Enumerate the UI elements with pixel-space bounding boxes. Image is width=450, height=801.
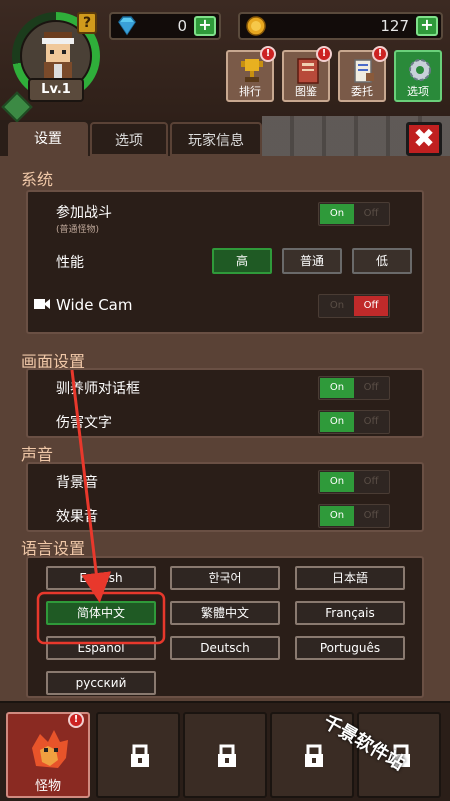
toggle-off[interactable]: Off: [354, 296, 388, 316]
toggle-off[interactable]: Off: [354, 204, 388, 224]
fire-monster-icon: [32, 730, 68, 768]
monster-slot-label: 怪物: [34, 779, 61, 794]
codex-alert-badge: !: [316, 46, 332, 62]
lock-icon: [131, 744, 149, 767]
codex-label: 图鉴: [295, 85, 317, 98]
damage-text-toggle[interactable]: On Off: [318, 410, 390, 434]
add-gems-button[interactable]: +: [194, 16, 216, 36]
language-option-french[interactable]: Français: [295, 601, 405, 625]
gold-counter: 127 +: [238, 12, 443, 40]
gear-icon: [409, 59, 431, 81]
bgm-toggle[interactable]: On Off: [318, 470, 390, 494]
codex-button[interactable]: ! 图鉴: [282, 46, 332, 102]
settings-panel: 系统 参加战斗 (普通怪物) On Off 性能 高 普通 低 Wide Cam…: [0, 156, 450, 701]
diamond-icon: [118, 16, 136, 36]
camera-icon: [34, 299, 50, 309]
display-section: 驯养师对话框 On Off 伤害文字 On Off: [26, 368, 424, 438]
language-option-german[interactable]: Deutsch: [170, 636, 280, 660]
performance-normal-button[interactable]: 普通: [282, 248, 342, 274]
top-hud: ? Lv.1 0 + 127 + ! 排行 ! 图鉴 ! 委托 选项: [0, 0, 450, 123]
language-option-portuguese[interactable]: Português: [295, 636, 405, 660]
toggle-on[interactable]: On: [320, 378, 354, 398]
close-button[interactable]: ✖: [406, 122, 442, 156]
toggle-off[interactable]: Off: [354, 472, 388, 492]
ranking-label: 排行: [239, 85, 261, 98]
lock-icon: [218, 744, 236, 767]
language-option-spanish[interactable]: Español: [46, 636, 156, 660]
performance-high-button[interactable]: 高: [212, 248, 272, 274]
monster-alert-badge: !: [68, 712, 84, 728]
tab-options[interactable]: 选项: [90, 122, 168, 156]
join-battle-label: 参加战斗: [56, 205, 112, 221]
locked-slot[interactable]: [183, 712, 267, 798]
monster-slot[interactable]: ! 怪物: [6, 712, 90, 798]
level-badge: Lv.1: [28, 78, 84, 102]
book-icon: [297, 58, 319, 84]
trainer-dialog-label: 驯养师对话框: [56, 381, 140, 397]
gem-counter: 0 +: [109, 12, 221, 40]
language-option-traditional-chinese[interactable]: 繁體中文: [170, 601, 280, 625]
bgm-label: 背景音: [56, 475, 98, 491]
locked-slot[interactable]: [96, 712, 180, 798]
system-section: 参加战斗 (普通怪物) On Off 性能 高 普通 低 Wide Cam On…: [26, 190, 424, 334]
commission-label: 委托: [351, 85, 373, 98]
add-gold-button[interactable]: +: [416, 16, 438, 36]
wide-cam-label: Wide Cam: [56, 296, 133, 314]
options-button[interactable]: 选项: [394, 50, 442, 102]
trophy-icon: [241, 59, 263, 82]
gold-coin-icon: [246, 16, 266, 36]
language-option-korean[interactable]: 한국어: [170, 566, 280, 590]
wide-cam-toggle[interactable]: On Off: [318, 294, 390, 318]
language-section: English 한국어 日本語 简体中文 繁體中文 Français Españ…: [26, 556, 424, 698]
toggle-off[interactable]: Off: [354, 378, 388, 398]
tab-player-info[interactable]: 玩家信息: [170, 122, 262, 156]
toggle-on[interactable]: On: [320, 412, 354, 432]
gem-count: 0: [177, 17, 187, 35]
options-label: 选项: [407, 85, 429, 98]
performance-low-button[interactable]: 低: [352, 248, 412, 274]
help-button[interactable]: ?: [77, 12, 97, 34]
language-option-simplified-chinese[interactable]: 简体中文: [46, 601, 156, 625]
sfx-toggle[interactable]: On Off: [318, 504, 390, 528]
language-option-japanese[interactable]: 日本語: [295, 566, 405, 590]
toggle-on[interactable]: On: [320, 472, 354, 492]
toggle-off[interactable]: Off: [354, 412, 388, 432]
join-battle-toggle[interactable]: On Off: [318, 202, 390, 226]
language-option-english[interactable]: English: [46, 566, 156, 590]
section-title-system: 系统: [21, 170, 54, 189]
ranking-button[interactable]: ! 排行: [226, 46, 276, 102]
gold-count: 127: [380, 17, 409, 35]
language-option-russian[interactable]: русский: [46, 671, 156, 695]
performance-label: 性能: [56, 255, 84, 271]
lock-icon: [305, 744, 323, 767]
sound-section: 背景音 On Off 效果音 On Off: [26, 462, 424, 532]
toggle-on[interactable]: On: [320, 506, 354, 526]
tab-settings[interactable]: 设置: [8, 122, 88, 156]
join-battle-sublabel: (普通怪物): [56, 225, 100, 235]
commission-button[interactable]: ! 委托: [338, 46, 388, 102]
ranking-alert-badge: !: [260, 46, 276, 62]
damage-text-label: 伤害文字: [56, 415, 112, 431]
sfx-label: 效果音: [56, 509, 98, 525]
toggle-off[interactable]: Off: [354, 506, 388, 526]
scroll-icon: [354, 59, 374, 83]
toggle-on[interactable]: On: [320, 296, 354, 316]
toggle-on[interactable]: On: [320, 204, 354, 224]
trainer-dialog-toggle[interactable]: On Off: [318, 376, 390, 400]
commission-alert-badge: !: [372, 46, 388, 62]
